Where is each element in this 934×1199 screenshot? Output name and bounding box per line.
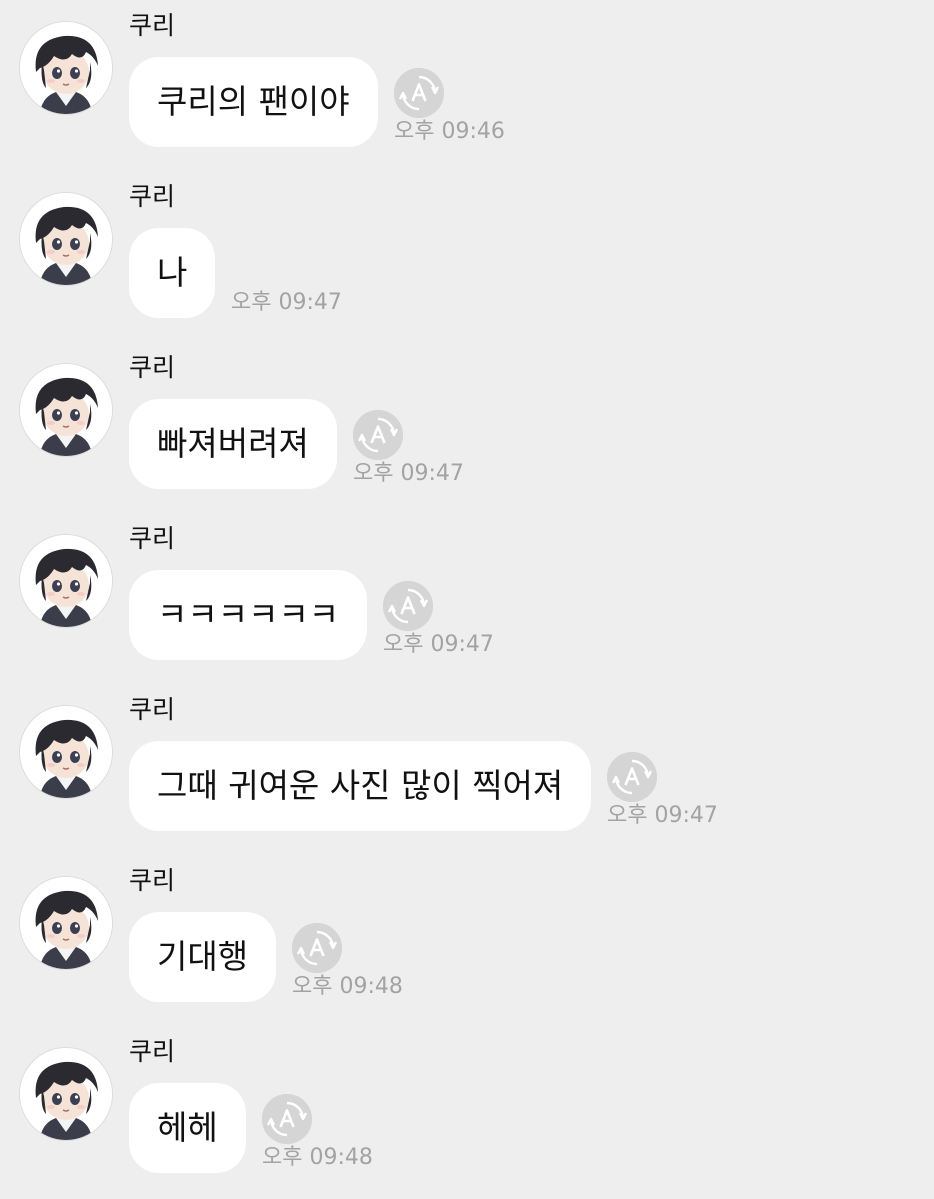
message-bubble[interactable]: 쿠리의 팬이야 (129, 57, 378, 147)
chat-message-list[interactable]: 쿠리 쿠리의 팬이야 오후 09:46 쿠리 나 오후 09:47 쿠리 빠져버려져 오… (0, 0, 934, 1199)
message-bubble[interactable]: 그때 귀여운 사진 많이 찍어져 (129, 741, 592, 831)
profile-avatar[interactable] (19, 363, 113, 457)
profile-avatar[interactable] (19, 21, 113, 115)
sender-name: 쿠리 (129, 1037, 176, 1066)
translate-icon[interactable] (394, 68, 444, 118)
profile-avatar[interactable] (19, 876, 113, 970)
message-timestamp: 오후 09:46 (394, 119, 505, 144)
translate-icon[interactable] (383, 581, 433, 631)
message-timestamp: 오후 09:47 (231, 290, 342, 315)
translate-icon[interactable] (607, 752, 657, 802)
chat-message: 쿠리헤헤 오후 09:48 (0, 1026, 934, 1197)
message-timestamp: 오후 09:47 (353, 461, 464, 486)
message-bubble[interactable]: ㅋㅋㅋㅋㅋㅋ (129, 570, 368, 660)
chat-message: 쿠리그때 귀여운 사진 많이 찍어져 오후 09:47 (0, 684, 934, 855)
sender-name: 쿠리 (129, 353, 176, 382)
chat-message: 쿠리쿠리의 팬이야 오후 09:46 (0, 0, 934, 171)
profile-avatar[interactable] (19, 1047, 113, 1141)
message-timestamp: 오후 09:47 (383, 632, 494, 657)
sender-name: 쿠리 (129, 11, 176, 40)
chat-message: 쿠리빠져버려져 오후 09:47 (0, 342, 934, 513)
message-timestamp: 오후 09:48 (262, 1145, 373, 1170)
message-timestamp: 오후 09:48 (292, 974, 403, 999)
chat-message: 쿠리 ㅋㅋㅋㅋㅋㅋ 오후 09:47 (0, 513, 934, 684)
translate-icon[interactable] (353, 410, 403, 460)
sender-name: 쿠리 (129, 866, 176, 895)
message-bubble[interactable]: 기대행 (129, 912, 277, 1002)
profile-avatar[interactable] (19, 192, 113, 286)
message-bubble[interactable]: 헤헤 (129, 1083, 246, 1173)
chat-message: 쿠리기대행 오후 09:48 (0, 855, 934, 1026)
translate-icon[interactable] (262, 1094, 312, 1144)
sender-name: 쿠리 (129, 182, 176, 211)
chat-message: 쿠리나오후 09:47 (0, 171, 934, 342)
translate-icon[interactable] (292, 923, 342, 973)
message-timestamp: 오후 09:47 (607, 803, 718, 828)
profile-avatar[interactable] (19, 705, 113, 799)
message-bubble[interactable]: 빠져버려져 (129, 399, 337, 489)
sender-name: 쿠리 (129, 524, 176, 553)
sender-name: 쿠리 (129, 695, 176, 724)
profile-avatar[interactable] (19, 534, 113, 628)
message-bubble[interactable]: 나 (129, 228, 216, 318)
